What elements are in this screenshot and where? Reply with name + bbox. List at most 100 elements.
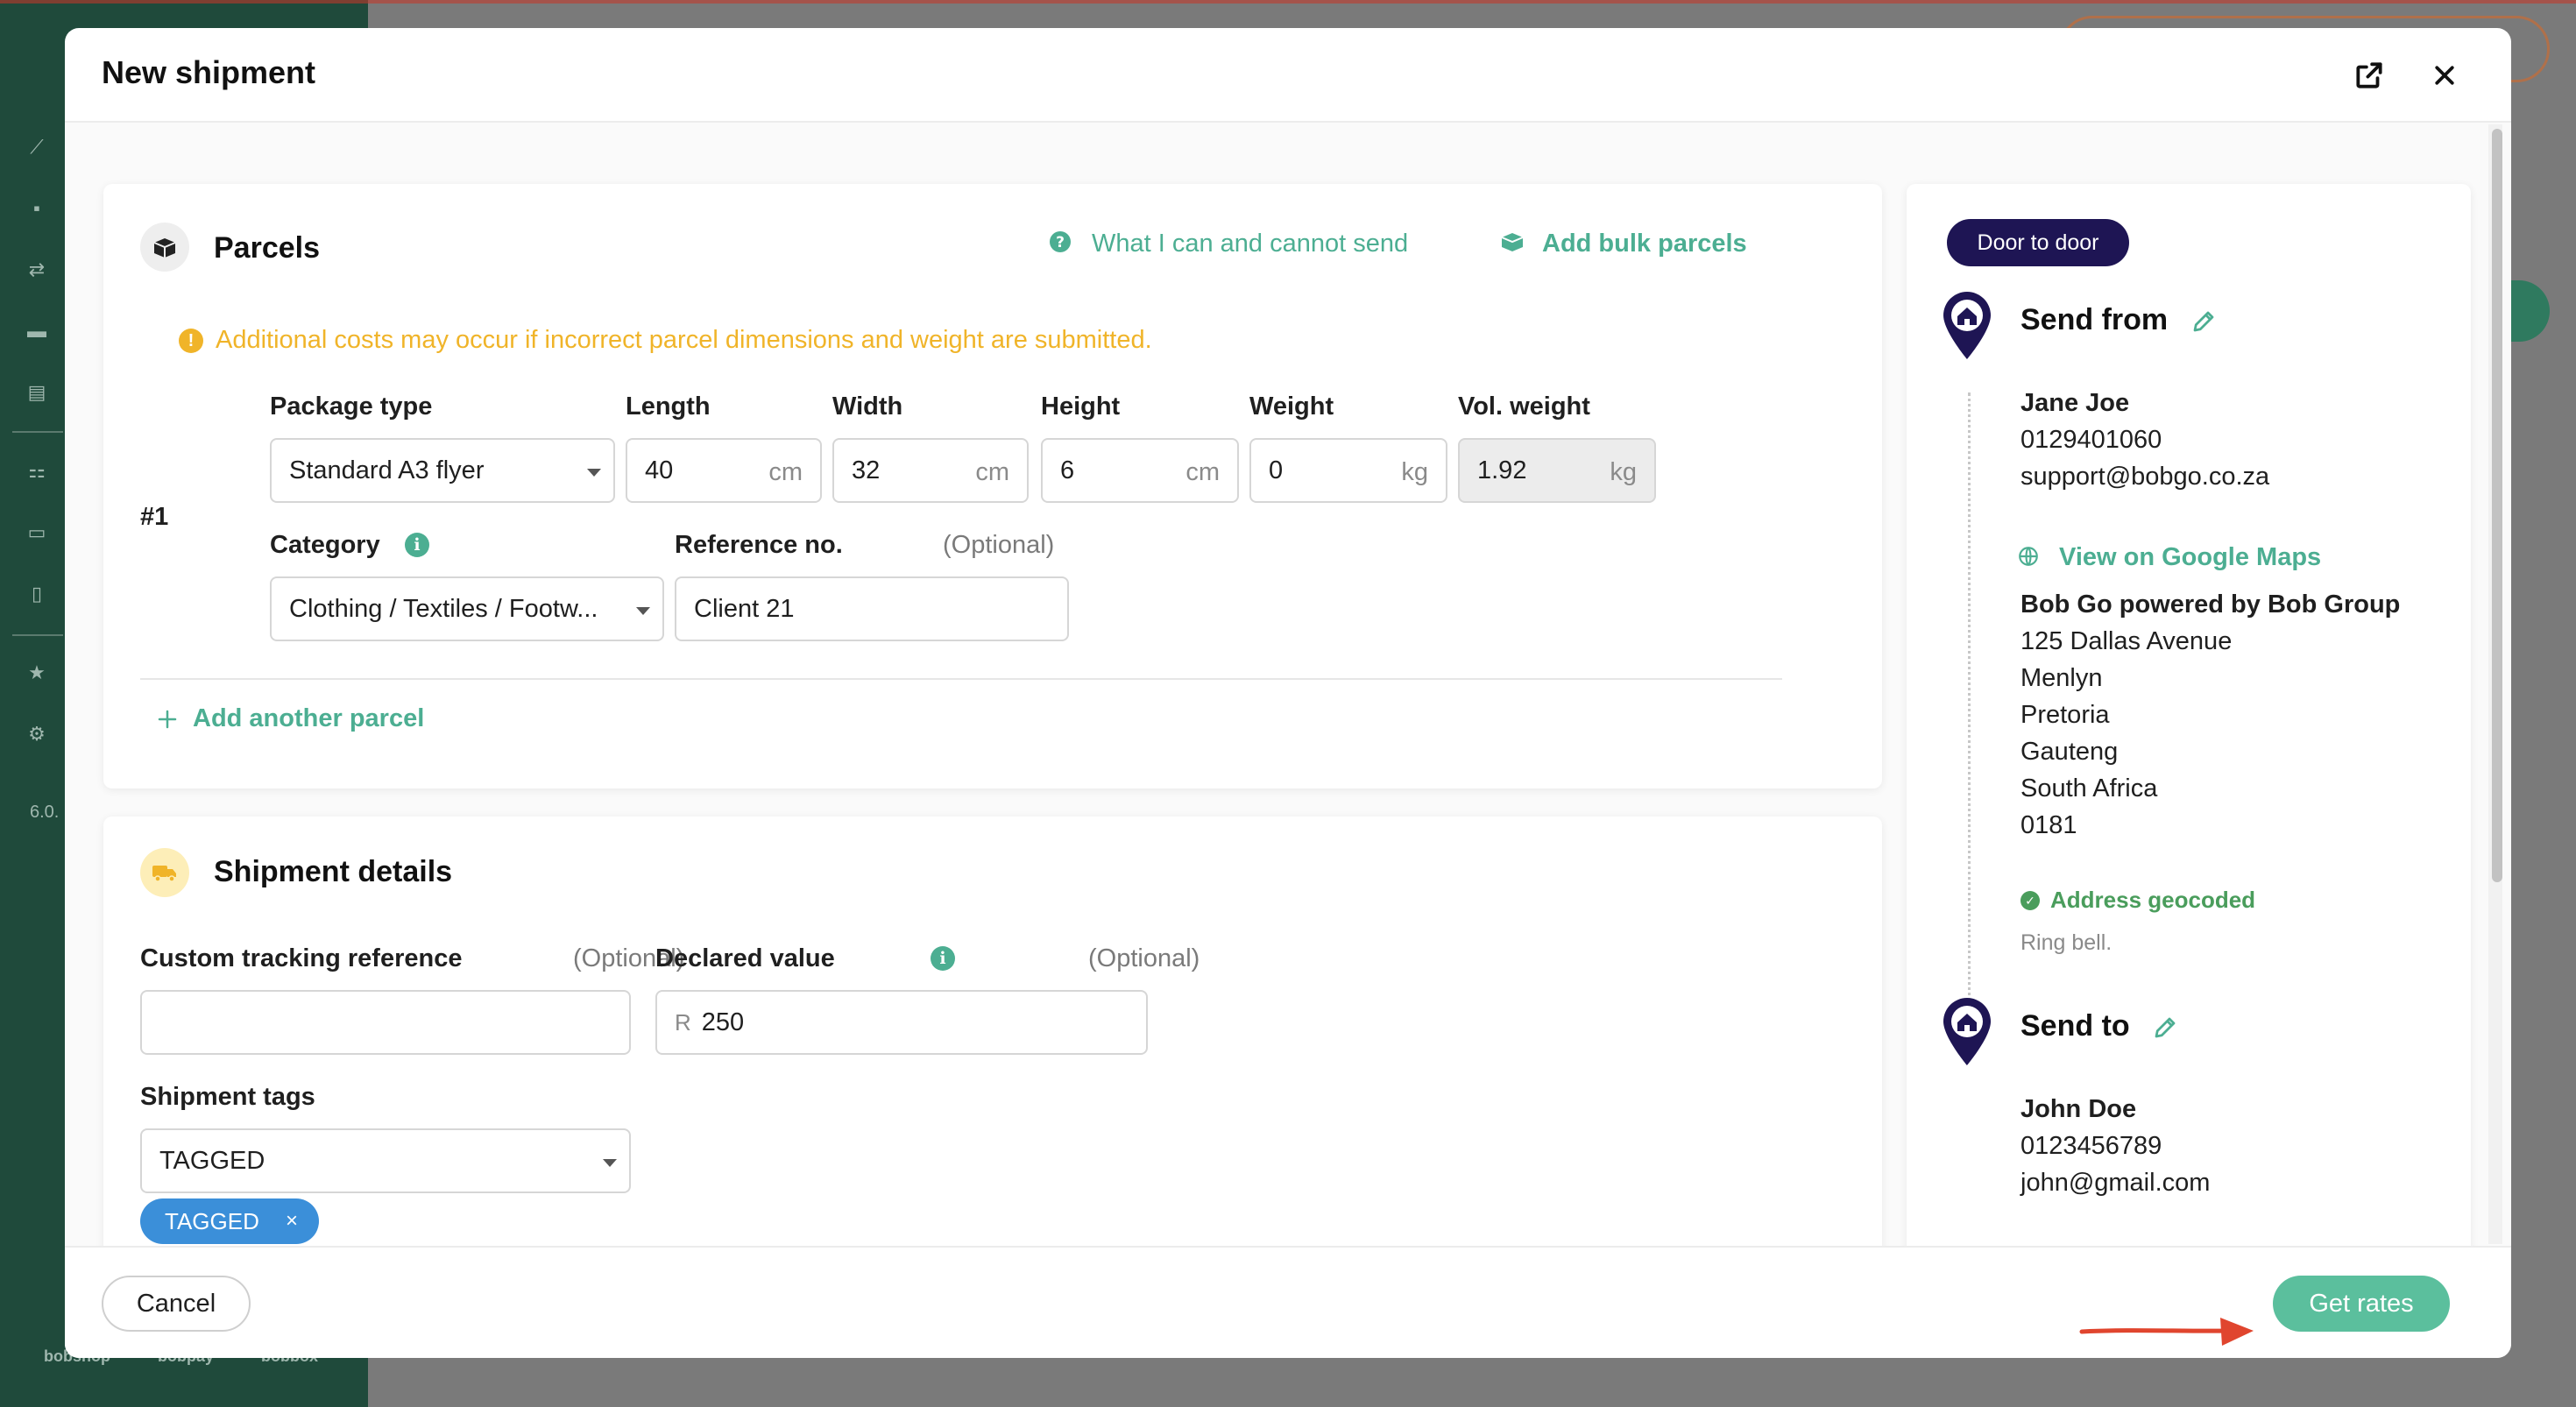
- shipment-details-title: Shipment details: [214, 855, 453, 888]
- vol-weight-label: Vol. weight: [1458, 392, 1590, 421]
- gear-icon: ⚙: [28, 723, 46, 745]
- google-maps-link[interactable]: View on Google Maps: [2059, 543, 2321, 572]
- to-name: John Doe: [2020, 1095, 2137, 1123]
- tag-chip[interactable]: TAGGED ×: [140, 1198, 319, 1244]
- check-circle-icon: ✓: [2020, 890, 2040, 910]
- truck-icon: [140, 848, 189, 897]
- what-can-send-link[interactable]: What I can and cannot send: [1092, 230, 1408, 258]
- parcels-card: Parcels ? What I can and cannot send Add…: [103, 184, 1882, 788]
- add-bulk-parcels-link[interactable]: Add bulk parcels: [1542, 230, 1747, 258]
- scrollbar-thumb[interactable]: [2492, 129, 2502, 882]
- currency-prefix: R: [675, 1008, 691, 1036]
- service-type-badge: Door to door: [1947, 219, 2129, 266]
- close-icon[interactable]: [2424, 54, 2466, 96]
- category-value: Clothing / Textiles / Footw...: [289, 594, 598, 623]
- weight-value: 0: [1269, 456, 1284, 484]
- external-link-icon[interactable]: [2348, 54, 2390, 96]
- geocoded-text: Address geocoded: [2050, 887, 2256, 913]
- modal-body: Parcels ? What I can and cannot send Add…: [65, 123, 2511, 1288]
- length-unit: cm: [768, 458, 803, 486]
- modal-header: New shipment: [65, 28, 2511, 123]
- annotation-arrow-icon: [2078, 1312, 2259, 1358]
- from-postal: 0181: [2020, 811, 2077, 839]
- to-phone: 0123456789: [2020, 1132, 2162, 1160]
- parcels-divider: [140, 678, 1782, 680]
- warning-icon: !: [179, 328, 203, 353]
- vol-weight-unit: kg: [1610, 458, 1637, 486]
- width-label: Width: [832, 392, 903, 421]
- tag-chip-label: TAGGED: [165, 1207, 259, 1234]
- background-topline: [0, 0, 2576, 4]
- pencil-icon[interactable]: [2152, 1015, 2178, 1041]
- receipt-icon: ▤: [27, 381, 46, 403]
- width-unit: cm: [975, 458, 1009, 486]
- chart-icon: ⟋: [30, 136, 44, 158]
- caret-down-icon: [587, 469, 601, 477]
- address-geocoded: ✓ Address geocoded: [2020, 887, 2255, 914]
- weight-label: Weight: [1249, 392, 1334, 421]
- category-label: Category: [270, 531, 380, 559]
- weight-input[interactable]: 0 kg: [1249, 438, 1447, 503]
- parcel-warning: ! Additional costs may occur if incorrec…: [179, 326, 1152, 355]
- caret-down-icon: [636, 607, 650, 615]
- length-label: Length: [626, 392, 711, 421]
- cancel-button[interactable]: Cancel: [102, 1276, 251, 1332]
- boxes-icon: [1498, 230, 1526, 254]
- add-another-parcel-button[interactable]: Add another parcel: [158, 704, 424, 733]
- from-street: 125 Dallas Avenue: [2020, 627, 2233, 655]
- width-value: 32: [852, 456, 881, 484]
- declared-optional: (Optional): [1088, 944, 1200, 972]
- info-icon[interactable]: i: [405, 533, 429, 557]
- modal-title: New shipment: [102, 54, 316, 90]
- home-pin-icon: [1940, 997, 1994, 1067]
- truck-icon: ▬: [27, 320, 46, 342]
- height-unit: cm: [1185, 458, 1220, 486]
- declared-value: 250: [701, 1008, 745, 1036]
- height-input[interactable]: 6 cm: [1041, 438, 1239, 503]
- length-value: 40: [645, 456, 674, 484]
- cart-icon: ▭: [27, 521, 46, 543]
- sidebar-divider: [12, 431, 63, 433]
- tracking-label: Custom tracking reference: [140, 944, 463, 972]
- svg-text:?: ?: [1056, 234, 1065, 251]
- route-connector: [1968, 392, 1971, 1018]
- remove-tag-icon[interactable]: ×: [286, 1209, 298, 1234]
- package-type-value: Standard A3 flyer: [289, 456, 485, 484]
- transfer-icon: ⇄: [28, 258, 46, 280]
- from-city: Pretoria: [2020, 701, 2110, 729]
- tracking-input[interactable]: [140, 990, 631, 1055]
- from-phone: 0129401060: [2020, 426, 2162, 454]
- version-label: 6.0.: [30, 802, 60, 822]
- reference-input[interactable]: Client 21: [675, 576, 1069, 641]
- info-icon[interactable]: i: [931, 946, 955, 971]
- reference-label: Reference no.: [675, 531, 843, 559]
- weight-unit: kg: [1401, 458, 1428, 486]
- category-select[interactable]: Clothing / Textiles / Footw...: [270, 576, 664, 641]
- caret-down-icon: [603, 1159, 617, 1167]
- shipment-tags-label: Shipment tags: [140, 1083, 315, 1111]
- shipment-tags-select[interactable]: TAGGED: [140, 1128, 631, 1193]
- declared-value-input[interactable]: R 250: [655, 990, 1148, 1055]
- shipment-details-card: Shipment details Custom tracking referen…: [103, 817, 1882, 1272]
- box-icon: ▪: [33, 197, 40, 219]
- pencil-icon[interactable]: [2190, 308, 2217, 335]
- package-type-select[interactable]: Standard A3 flyer: [270, 438, 615, 503]
- length-input[interactable]: 40 cm: [626, 438, 822, 503]
- send-from-title: Send from: [2020, 303, 2169, 336]
- parcels-title: Parcels: [214, 231, 320, 265]
- warning-text: Additional costs may occur if incorrect …: [216, 326, 1152, 354]
- home-pin-icon: [1940, 291, 1994, 361]
- from-province: Gauteng: [2020, 738, 2119, 766]
- get-rates-button[interactable]: Get rates: [2273, 1276, 2450, 1332]
- sidebar-divider: [12, 634, 63, 636]
- height-value: 6: [1060, 456, 1075, 484]
- to-email: john@gmail.com: [2020, 1169, 2211, 1197]
- vol-weight-field: 1.92 kg: [1458, 438, 1656, 503]
- document-icon: ▯: [31, 583, 43, 605]
- height-label: Height: [1041, 392, 1121, 421]
- shipment-tags-value: TAGGED: [159, 1146, 265, 1175]
- parcel-index: #1: [140, 503, 169, 531]
- width-input[interactable]: 32 cm: [832, 438, 1029, 503]
- star-icon: ★: [28, 661, 46, 683]
- reference-value: Client 21: [694, 594, 795, 623]
